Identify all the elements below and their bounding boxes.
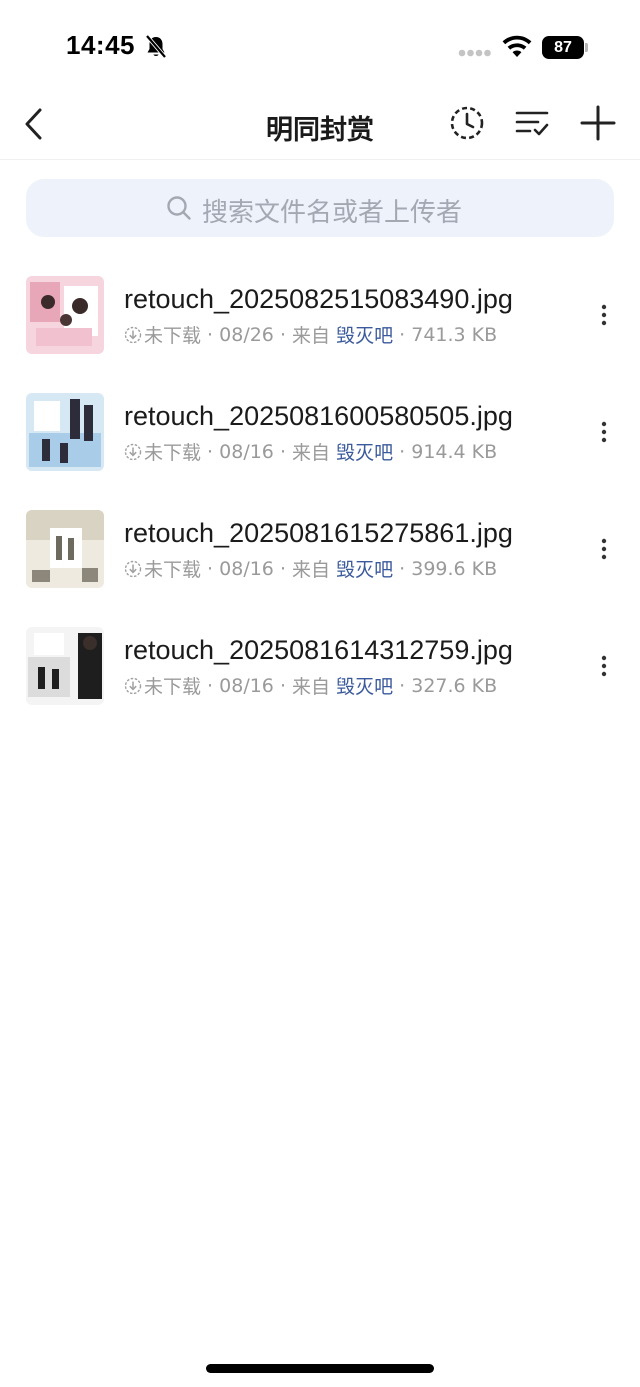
meta-separator: · (273, 440, 293, 463)
battery-tip (585, 43, 588, 52)
file-name: retouch_2025081615275861.jpg (124, 518, 513, 548)
file-name: retouch_2025081600580505.jpg (124, 401, 513, 431)
download-circle-icon (124, 326, 142, 343)
thumb-block-c (36, 328, 92, 346)
file-name: retouch_2025081614312759.jpg (124, 635, 513, 665)
search-placeholder: 搜索文件名或者上传者 (202, 198, 463, 228)
more-vertical-icon[interactable] (594, 303, 614, 327)
search-icon (167, 196, 191, 220)
download-circle-icon (124, 560, 142, 577)
from-label: 来自 (292, 559, 331, 581)
download-circle-icon (124, 443, 142, 460)
download-status: 未下载 (144, 676, 202, 698)
uploader-link[interactable]: 毁灭吧 (336, 321, 393, 348)
uploader-link[interactable]: 毁灭吧 (336, 438, 393, 465)
more-vertical-icon[interactable] (594, 654, 614, 678)
meta-separator: · (393, 440, 412, 463)
thumb-block-c (56, 536, 62, 560)
meta-separator: · (201, 557, 220, 580)
file-meta: 未下载 · 08/16 · 来自 毁灭吧 · 914.4 KB (124, 438, 497, 465)
file-name: retouch_2025082515083490.jpg (124, 284, 513, 314)
search-input[interactable]: 搜索文件名或者上传者 (26, 179, 614, 237)
search-inner: 搜索文件名或者上传者 (26, 179, 614, 237)
meta-separator: · (273, 674, 293, 697)
thumb-block-a (28, 657, 70, 697)
sort-check-icon[interactable] (514, 106, 550, 140)
file-date: 08/16 (219, 674, 274, 697)
status-bar: 14:45 87 (0, 0, 640, 96)
meta-separator: · (201, 323, 220, 346)
list-item[interactable]: retouch_2025082515083490.jpg 未下载 · 08/26… (0, 256, 640, 373)
file-thumbnail (26, 510, 104, 588)
bell-off-icon (145, 34, 167, 59)
signal-icon (458, 49, 491, 57)
chevron-left-icon[interactable] (18, 104, 52, 144)
file-thumbnail (26, 393, 104, 471)
meta-separator: · (201, 674, 220, 697)
list-item[interactable]: retouch_2025081615275861.jpg 未下载 · 08/16… (0, 490, 640, 607)
from-label: 来自 (292, 442, 331, 464)
meta-separator: · (393, 674, 412, 697)
download-circle-icon (124, 677, 142, 694)
plus-icon[interactable] (579, 104, 617, 142)
meta-separator: · (273, 557, 293, 580)
thumb-block-b (50, 528, 82, 568)
clock-icon[interactable] (449, 105, 485, 141)
file-date: 08/26 (219, 323, 274, 346)
battery-icon: 87 (542, 36, 588, 59)
file-size: 914.4 KB (411, 440, 498, 463)
file-meta: 未下载 · 08/26 · 来自 毁灭吧 · 741.3 KB (124, 321, 497, 348)
more-vertical-icon[interactable] (594, 537, 614, 561)
file-size: 327.6 KB (411, 674, 498, 697)
wifi-icon (502, 35, 532, 57)
file-size: 741.3 KB (411, 323, 498, 346)
uploader-link[interactable]: 毁灭吧 (336, 555, 393, 582)
file-meta: 未下载 · 08/16 · 来自 毁灭吧 · 327.6 KB (124, 672, 497, 699)
file-date: 08/16 (219, 557, 274, 580)
thumb-block-b (34, 401, 60, 431)
from-label: 来自 (292, 676, 331, 698)
battery-level: 87 (542, 36, 584, 59)
file-thumbnail (26, 627, 104, 705)
thumb-block-c (70, 399, 80, 439)
file-date: 08/16 (219, 440, 274, 463)
file-meta: 未下载 · 08/16 · 来自 毁灭吧 · 399.6 KB (124, 555, 497, 582)
meta-separator: · (201, 440, 220, 463)
thumb-block-b (34, 633, 64, 655)
from-label: 来自 (292, 325, 331, 347)
status-time: 14:45 (66, 30, 135, 60)
download-status: 未下载 (144, 325, 202, 347)
list-item[interactable]: retouch_2025081614312759.jpg 未下载 · 08/16… (0, 607, 640, 724)
file-size: 399.6 KB (411, 557, 498, 580)
file-thumbnail (26, 276, 104, 354)
meta-separator: · (393, 323, 412, 346)
download-status: 未下载 (144, 442, 202, 464)
uploader-link[interactable]: 毁灭吧 (336, 672, 393, 699)
nav-bar: 明同封赏 (0, 96, 640, 160)
download-status: 未下载 (144, 559, 202, 581)
more-vertical-icon[interactable] (594, 420, 614, 444)
home-indicator[interactable] (206, 1364, 434, 1373)
meta-separator: · (273, 323, 293, 346)
list-item[interactable]: retouch_2025081600580505.jpg 未下载 · 08/16… (0, 373, 640, 490)
meta-separator: · (393, 557, 412, 580)
